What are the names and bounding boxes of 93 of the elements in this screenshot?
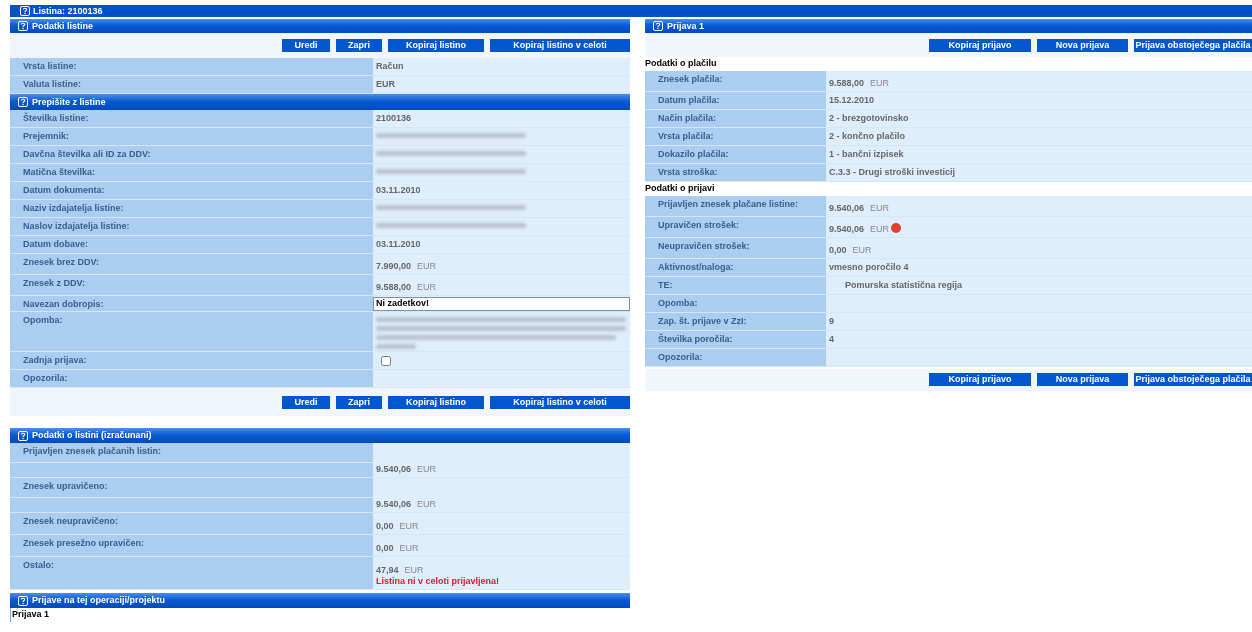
field-label: Opozorila:: [10, 370, 373, 387]
currency-unit: EUR: [399, 521, 419, 532]
section-title: Podatki listine: [32, 20, 93, 32]
field-label: Datum dobave:: [10, 236, 373, 253]
help-icon[interactable]: [18, 595, 28, 606]
field-label: Znesek plačila:: [645, 70, 826, 91]
amount-value: 9.540,06: [829, 202, 865, 213]
section-title: Prijava 1: [667, 20, 705, 32]
field-label: Znesek presežno upravičen:: [10, 535, 373, 556]
field-label: Prijavljen znesek plačanih listin:: [10, 443, 373, 477]
amount-value: 9.540,06: [376, 464, 412, 475]
currency-unit: EUR: [870, 202, 890, 213]
field-label: Upravičen strošek:: [645, 216, 826, 237]
field-label: Vrsta listine:: [10, 58, 373, 75]
amount-value: 9.588,00: [376, 282, 412, 293]
section-title: Prijave na tej operaciji/projektu: [32, 595, 166, 606]
action-button[interactable]: Zapri: [336, 39, 382, 52]
field-value: 15.12.2010: [829, 94, 876, 106]
action-button[interactable]: Nova prijava: [1037, 38, 1128, 52]
amount-value: 7.990,00: [376, 261, 412, 272]
help-icon[interactable]: [18, 430, 28, 441]
help-icon[interactable]: [18, 21, 28, 31]
field-label: Prijavljen znesek plačane listine:: [645, 195, 826, 216]
currency-unit: EUR: [417, 261, 437, 272]
field-label: Davčna številka ali ID za DDV:: [10, 146, 373, 163]
page-title: Listina: 2100136: [33, 5, 103, 17]
field-label: Znesek neupravičeno:: [10, 513, 373, 534]
action-button[interactable]: Kopiraj listino: [388, 39, 484, 52]
help-icon[interactable]: [18, 97, 28, 107]
action-button[interactable]: Prijava obstoječega plačila: [1134, 373, 1252, 387]
field-label: Ostalo:: [10, 557, 373, 589]
currency-unit: EUR: [870, 223, 890, 234]
action-button[interactable]: Uredi: [282, 395, 330, 409]
field-label: Valuta listine:: [10, 76, 373, 93]
field-label: Zadnja prijava:: [10, 352, 373, 369]
amount-value: 0,00: [376, 521, 394, 532]
field-value: 1 - bančni izpisek: [829, 148, 905, 160]
currency-unit: EUR: [417, 464, 437, 475]
field-label: Opomba:: [10, 312, 373, 351]
field-label: Znesek z DDV:: [10, 275, 373, 295]
field-label: Matična številka:: [10, 164, 373, 181]
field-label: Znesek upravičeno:: [10, 478, 373, 512]
action-button[interactable]: Kopiraj prijavo: [929, 38, 1031, 52]
amount-value: 9.540,06: [376, 499, 412, 510]
field-value: 03.11.2010: [376, 185, 422, 196]
help-icon[interactable]: [653, 21, 663, 31]
amount-value: 47,94: [376, 565, 399, 576]
field-value: Račun: [376, 61, 405, 72]
currency-unit: EUR: [870, 78, 890, 88]
field-label: Naziv izdajatelja listine:: [10, 200, 373, 217]
section-title: Podatki o listini (izračunani): [32, 430, 152, 441]
field-value: 4: [829, 333, 835, 345]
currency-unit: EUR: [417, 499, 437, 510]
action-button[interactable]: Kopiraj listino v celoti: [490, 39, 630, 52]
field-label: Neupravičen strošek:: [645, 237, 826, 258]
currency-unit: EUR: [852, 244, 872, 255]
currency-unit: EUR: [399, 543, 419, 554]
action-button[interactable]: Kopiraj listino v celoti: [490, 395, 630, 409]
action-button[interactable]: Uredi: [282, 39, 330, 52]
lookup-field[interactable]: Ni zadetkov!: [373, 297, 630, 311]
action-button[interactable]: Prijava obstoječega plačila: [1134, 38, 1252, 52]
amount-value: 9.540,06: [829, 223, 865, 234]
action-button[interactable]: Kopiraj prijavo: [929, 373, 1031, 387]
field-value: EUR: [376, 79, 396, 90]
section-title: Prepišite z listine: [32, 96, 106, 108]
group-heading: Podatki o prijavi: [645, 181, 716, 195]
field-value: 2100136: [376, 113, 413, 124]
field-value: 03.11.2010: [376, 239, 422, 250]
field-label: Znesek brez DDV:: [10, 254, 373, 274]
currency-unit: EUR: [404, 565, 424, 576]
field-value: Pomurska statistična regija: [845, 279, 964, 291]
field-value: 2 - končno plačilo: [829, 130, 906, 142]
currency-unit: EUR: [417, 282, 437, 293]
field-value: C.3.3 - Drugi stroški investicij: [829, 166, 957, 178]
field-label: Naslov izdajatelja listine:: [10, 218, 373, 235]
amount-value: 9.588,00: [829, 78, 865, 88]
action-button[interactable]: Zapri: [336, 395, 382, 409]
field-label: Navezan dobropis:: [10, 296, 373, 311]
field-label: Prejemnik:: [10, 128, 373, 145]
action-button[interactable]: Nova prijava: [1037, 373, 1128, 387]
amount-value: 0,00: [376, 543, 394, 554]
help-icon[interactable]: [20, 6, 30, 16]
field-label: Datum dokumenta:: [10, 182, 373, 199]
field-label: Številka listine:: [10, 110, 373, 127]
field-value: 9: [829, 315, 835, 327]
warning-message: Listina ni v celoti prijavljena!: [376, 576, 501, 587]
claim-link[interactable]: Prijava 1: [10, 608, 630, 622]
field-value: 2 - brezgotovinsko: [829, 112, 910, 124]
checkbox[interactable]: [381, 356, 391, 366]
action-button[interactable]: Kopiraj listino: [388, 395, 484, 409]
field-value: vmesno poročilo 4: [829, 261, 910, 273]
group-heading: Podatki o plačilu: [645, 57, 718, 70]
amount-value: 0,00: [829, 244, 847, 255]
